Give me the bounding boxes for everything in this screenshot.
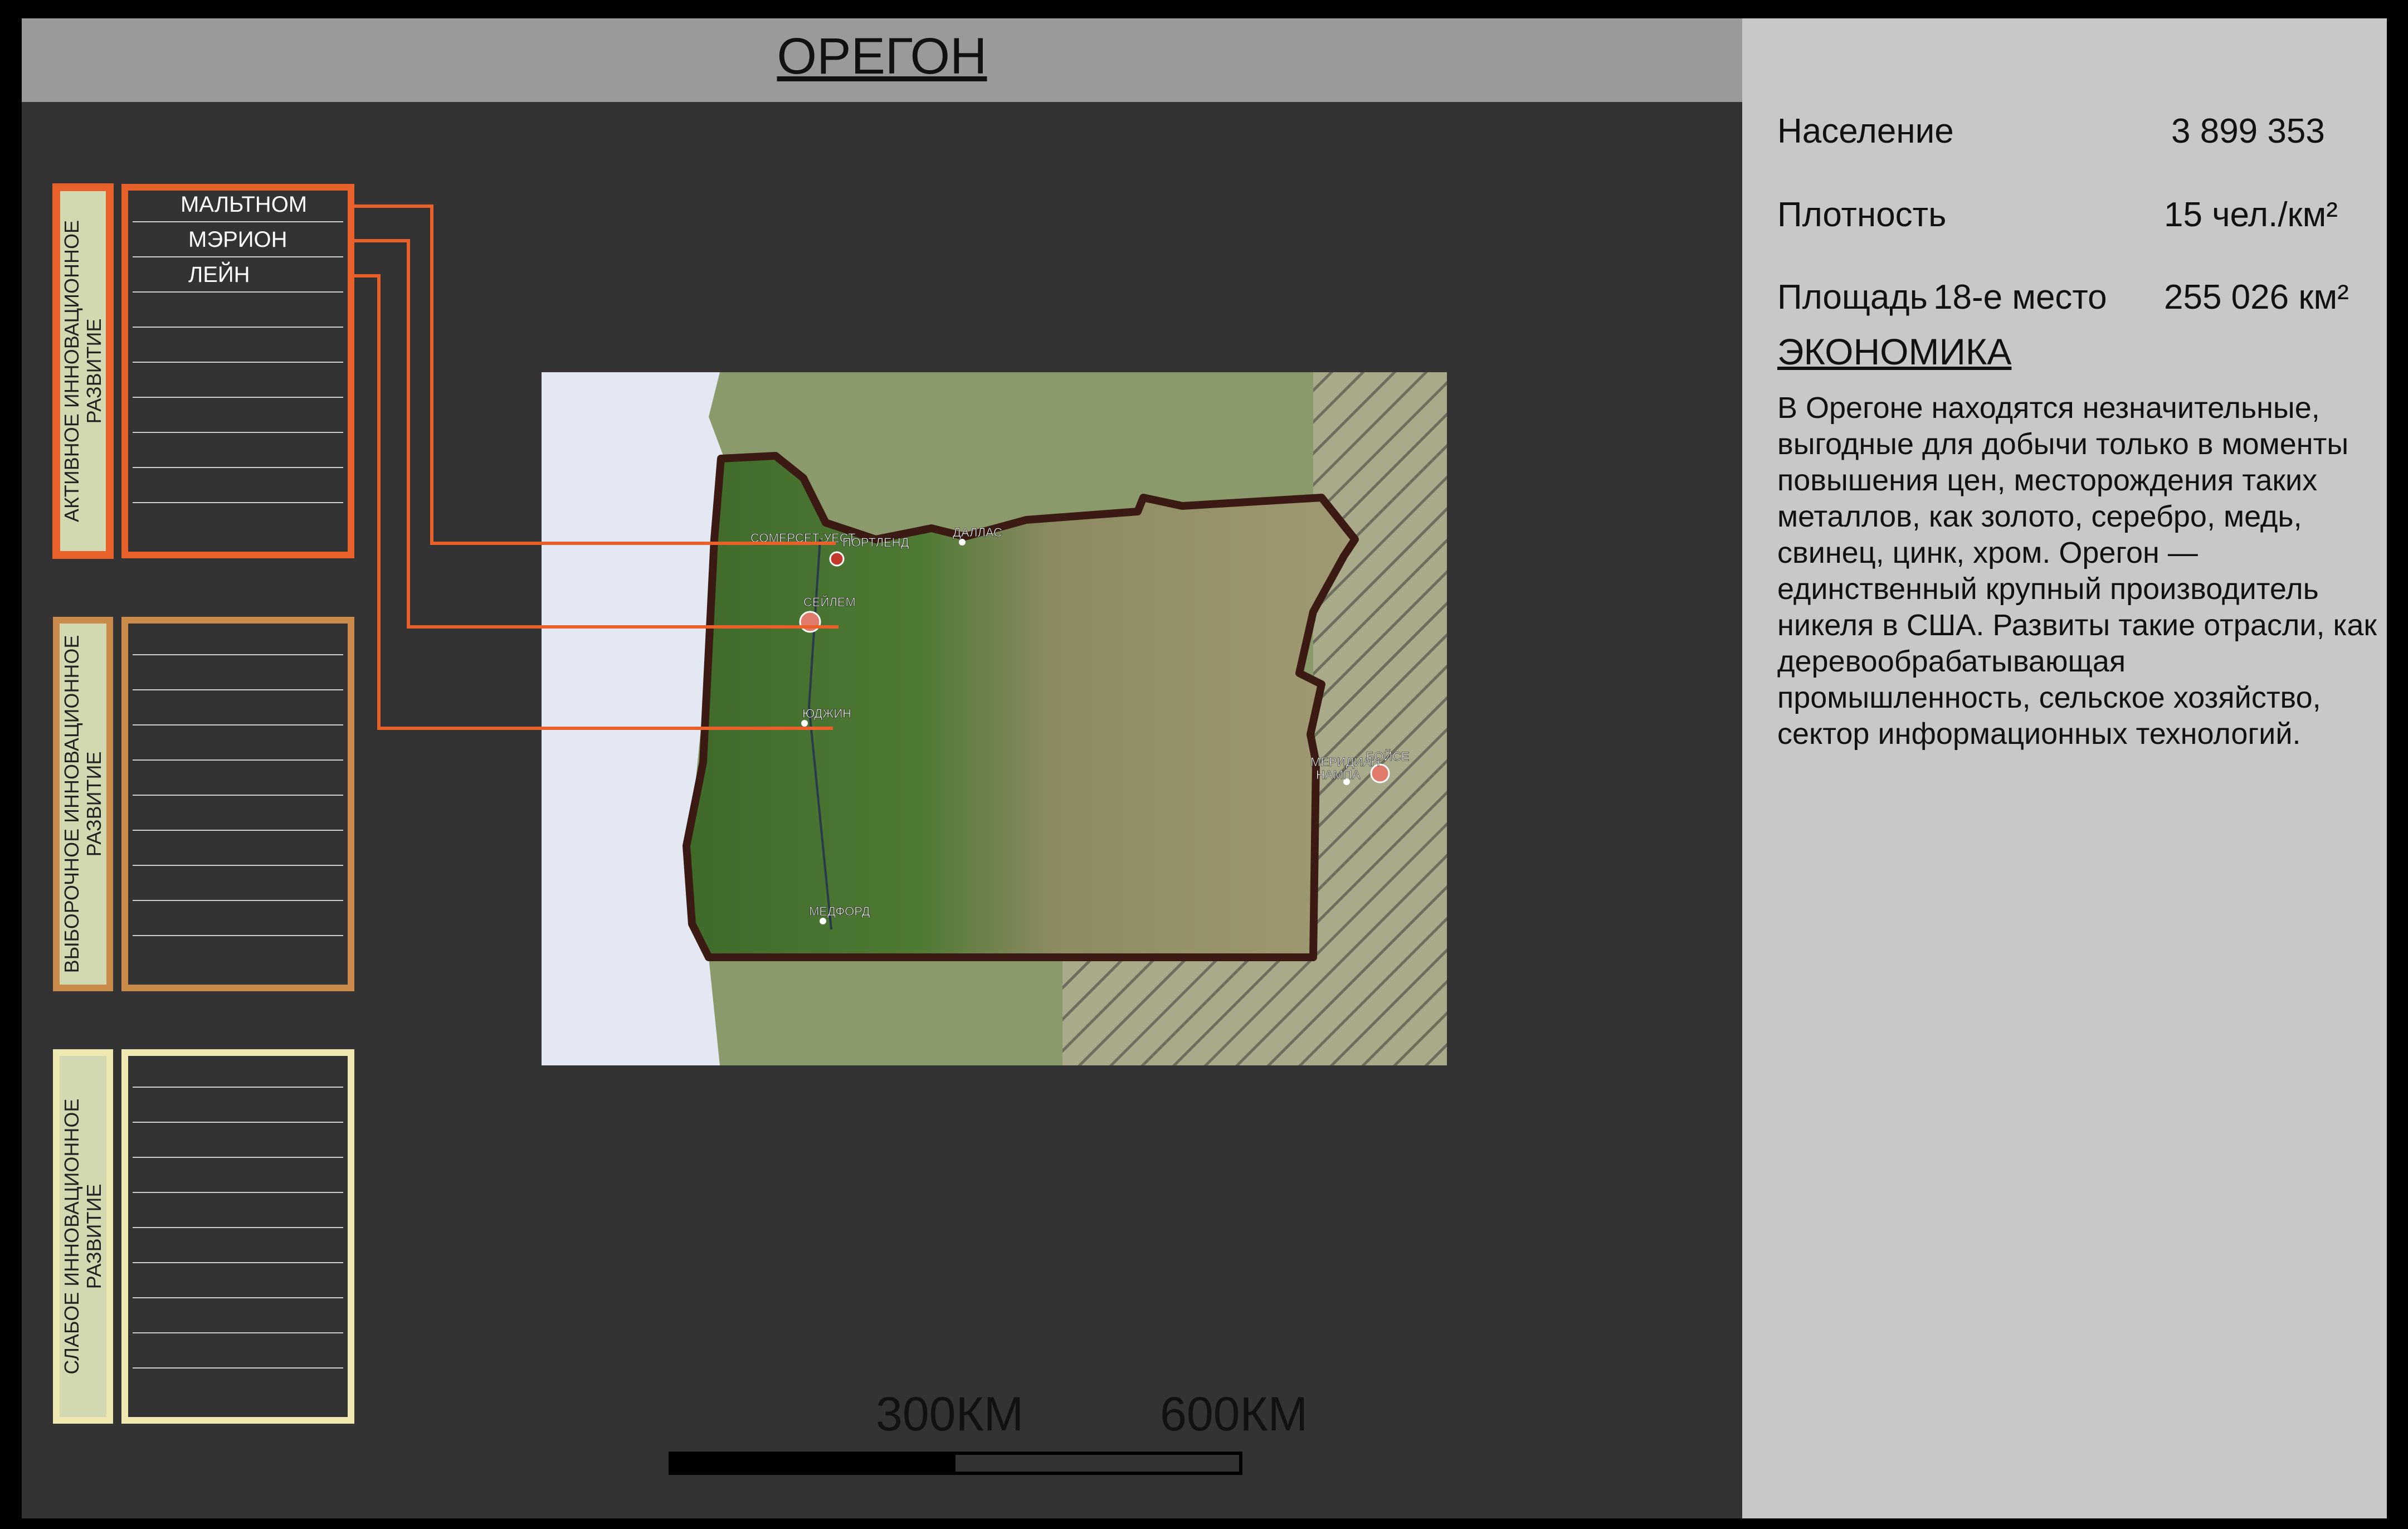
category-selective-list-frame	[121, 617, 354, 991]
scale-label-300: 300КМ	[876, 1387, 1024, 1441]
scale-bar	[669, 1452, 1242, 1475]
leader-line-lane	[351, 274, 833, 730]
scale-bar-fill	[672, 1455, 956, 1472]
category-active-label-frame	[52, 183, 114, 559]
leader-line-multnomah	[351, 204, 836, 545]
category-weak-list-frame	[121, 1049, 354, 1424]
scale-label-600: 600КМ	[1160, 1387, 1308, 1441]
category-selective-label-frame	[53, 617, 113, 991]
leader-line-marion	[351, 239, 839, 629]
category-active-list-frame	[121, 184, 354, 558]
overlay	[52, 183, 839, 1424]
category-weak-label-frame	[53, 1049, 113, 1424]
